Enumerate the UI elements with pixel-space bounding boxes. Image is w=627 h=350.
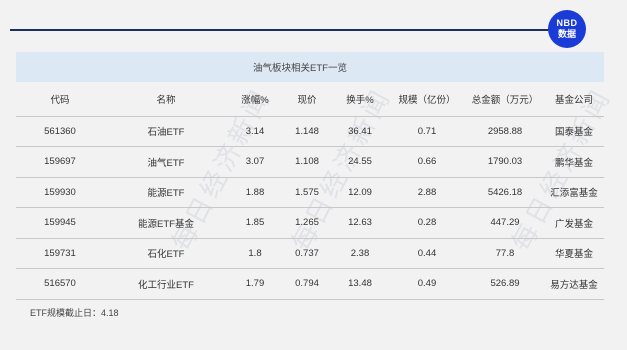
table-header-row: 代码 名称 涨幅% 现价 换手% 规模（亿份） 总金额（万元） 基金公司 (16, 82, 604, 116)
table-row: 516570 化工行业ETF 1.79 0.794 13.48 0.49 526… (16, 268, 604, 300)
cell-code: 159930 (16, 177, 104, 208)
cell-scale: 0.28 (388, 207, 466, 239)
cell-scale: 0.44 (388, 238, 466, 269)
cell-scale: 0.49 (388, 268, 466, 300)
col-header-change: 涨幅% (241, 94, 269, 106)
col-header-amount: 总金额（万元） (471, 94, 539, 106)
cell-price: 1.575 (282, 177, 332, 208)
table-row: 159930 能源ETF 1.88 1.575 12.09 2.88 5426.… (16, 177, 604, 208)
col-header-scale: 规模（亿份） (398, 94, 456, 106)
cell-turnover: 2.38 (332, 238, 388, 269)
cell-code: 159697 (16, 146, 104, 178)
cell-change: 3.07 (228, 146, 282, 178)
cell-amount: 1790.03 (466, 146, 544, 178)
cell-turnover: 24.55 (332, 146, 388, 178)
cell-price: 1.148 (282, 115, 332, 147)
cell-amount: 77.8 (466, 238, 544, 269)
etf-table: 代码 名称 涨幅% 现价 换手% 规模（亿份） 总金额（万元） 基金公司 561… (16, 82, 604, 300)
table-row: 159731 石化ETF 1.8 0.737 2.38 0.44 77.8 华夏… (16, 238, 604, 269)
cell-name: 石油ETF (104, 115, 228, 147)
cell-price: 1.108 (282, 146, 332, 178)
cell-company: 广发基金 (544, 207, 604, 239)
table-row: 159697 油气ETF 3.07 1.108 24.55 0.66 1790.… (16, 146, 604, 178)
cell-change: 1.79 (228, 268, 282, 300)
cell-name: 油气ETF (104, 146, 228, 178)
cell-price: 0.737 (282, 238, 332, 269)
cell-price: 1.265 (282, 207, 332, 239)
cell-change: 1.8 (228, 238, 282, 269)
cell-code: 561360 (16, 115, 104, 147)
col-header-company: 基金公司 (554, 94, 593, 106)
col-header-name: 名称 (156, 94, 176, 106)
cell-change: 1.85 (228, 207, 282, 239)
cell-scale: 0.66 (388, 146, 466, 178)
cell-company: 鹏华基金 (544, 146, 604, 178)
cell-company: 华夏基金 (544, 238, 604, 269)
cell-scale: 2.88 (388, 177, 466, 208)
cell-turnover: 12.09 (332, 177, 388, 208)
cell-amount: 5426.18 (466, 177, 544, 208)
cell-change: 3.14 (228, 115, 282, 147)
cell-company: 国泰基金 (544, 115, 604, 147)
table-row: 561360 石油ETF 3.14 1.148 36.41 0.71 2958.… (16, 115, 604, 147)
cell-name: 化工行业ETF (104, 268, 228, 300)
col-header-turnover: 换手% (346, 94, 374, 106)
header-divider (10, 29, 555, 31)
footnote: ETF规模截止日：4.18 (30, 308, 119, 318)
cell-turnover: 12.63 (332, 207, 388, 239)
cell-price: 0.794 (282, 268, 332, 300)
cell-amount: 2958.88 (466, 115, 544, 147)
table-row: 159945 能源ETF基金 1.85 1.265 12.63 0.28 447… (16, 207, 604, 239)
cell-change: 1.88 (228, 177, 282, 208)
cell-name: 能源ETF基金 (104, 207, 228, 239)
cell-name: 石化ETF (104, 238, 228, 269)
cell-amount: 526.89 (466, 268, 544, 300)
cell-scale: 0.71 (388, 115, 466, 147)
cell-company: 易方达基金 (544, 268, 604, 300)
col-header-code: 代码 (50, 94, 70, 106)
cell-turnover: 36.41 (332, 115, 388, 147)
cell-code: 516570 (16, 268, 104, 300)
cell-company: 汇添富基金 (544, 177, 604, 208)
col-header-price: 现价 (297, 94, 317, 106)
cell-code: 159945 (16, 207, 104, 239)
cell-turnover: 13.48 (332, 268, 388, 300)
logo-text-line1: NBD (556, 18, 578, 28)
cell-amount: 447.29 (466, 207, 544, 239)
table-title: 油气板块相关ETF一览 (16, 52, 604, 82)
cell-code: 159731 (16, 238, 104, 269)
nbd-logo: NBD 数据 (548, 10, 586, 48)
cell-name: 能源ETF (104, 177, 228, 208)
logo-text-line2: 数据 (557, 29, 576, 39)
